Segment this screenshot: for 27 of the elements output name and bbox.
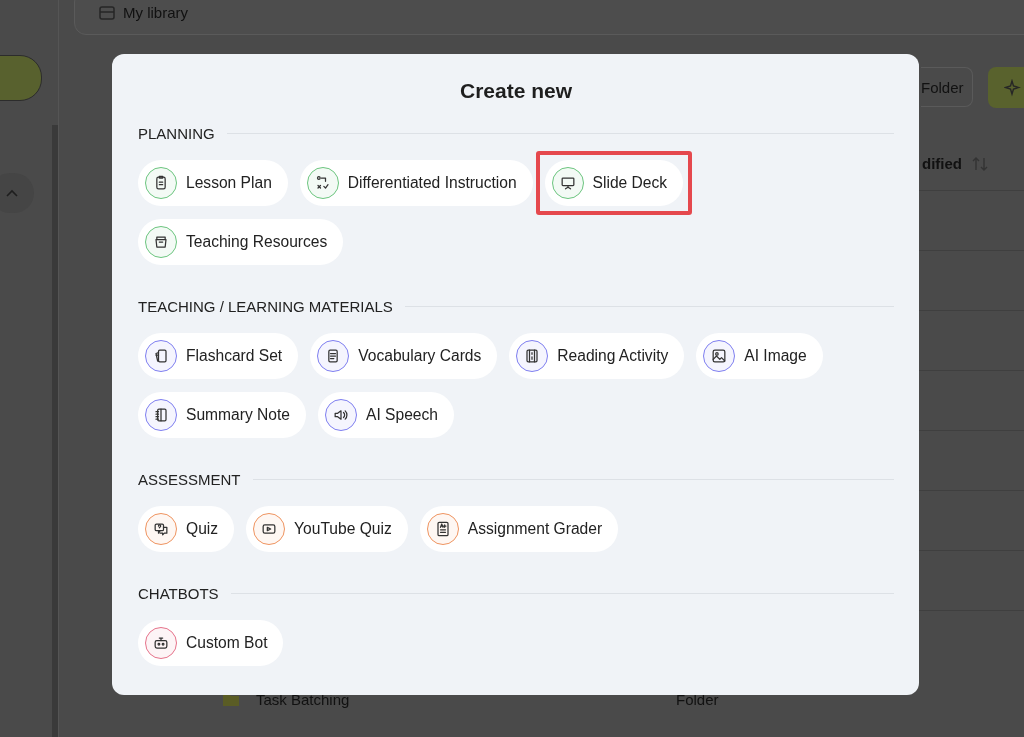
section-heading: TEACHING / LEARNING MATERIALS [138,297,393,315]
create-option-button[interactable]: Reading Activity [509,333,685,379]
dialog-title: Create new [458,78,573,104]
table-cell: Task Batching [256,691,350,708]
create-option-button[interactable]: Quiz [138,506,235,552]
create-option-button[interactable]: Slide Deck [544,160,684,206]
create-option-button[interactable]: Flashcard Set [138,333,299,379]
create-option-button[interactable]: Assignment Grader [419,506,619,552]
library-icon [99,5,115,20]
create-option-button[interactable]: Custom Bot [138,620,284,666]
create-option-button[interactable]: Summary Note [138,392,306,438]
scrollbar[interactable] [52,125,58,737]
create-option-button[interactable]: Differentiated Instruction [299,160,533,206]
chevron-up-icon [6,189,18,197]
page-title: My library [123,4,188,21]
create-option-button[interactable]: Vocabulary Cards [310,333,498,379]
create-option-button[interactable]: AI Speech [318,392,454,438]
sparkle-icon [1004,78,1022,97]
collapse-button[interactable] [0,173,34,213]
create-option-button[interactable]: Lesson Plan [138,160,288,206]
create-option-button[interactable]: AI Image [696,333,823,379]
section-heading: PLANNING [138,124,215,142]
create-option-button[interactable]: YouTube Quiz [246,506,408,552]
section-heading: CHATBOTS [138,584,219,602]
section-heading: ASSESSMENT [138,470,241,488]
create-option-button[interactable]: Teaching Resources [138,219,344,265]
table-cell: Folder [676,691,719,708]
